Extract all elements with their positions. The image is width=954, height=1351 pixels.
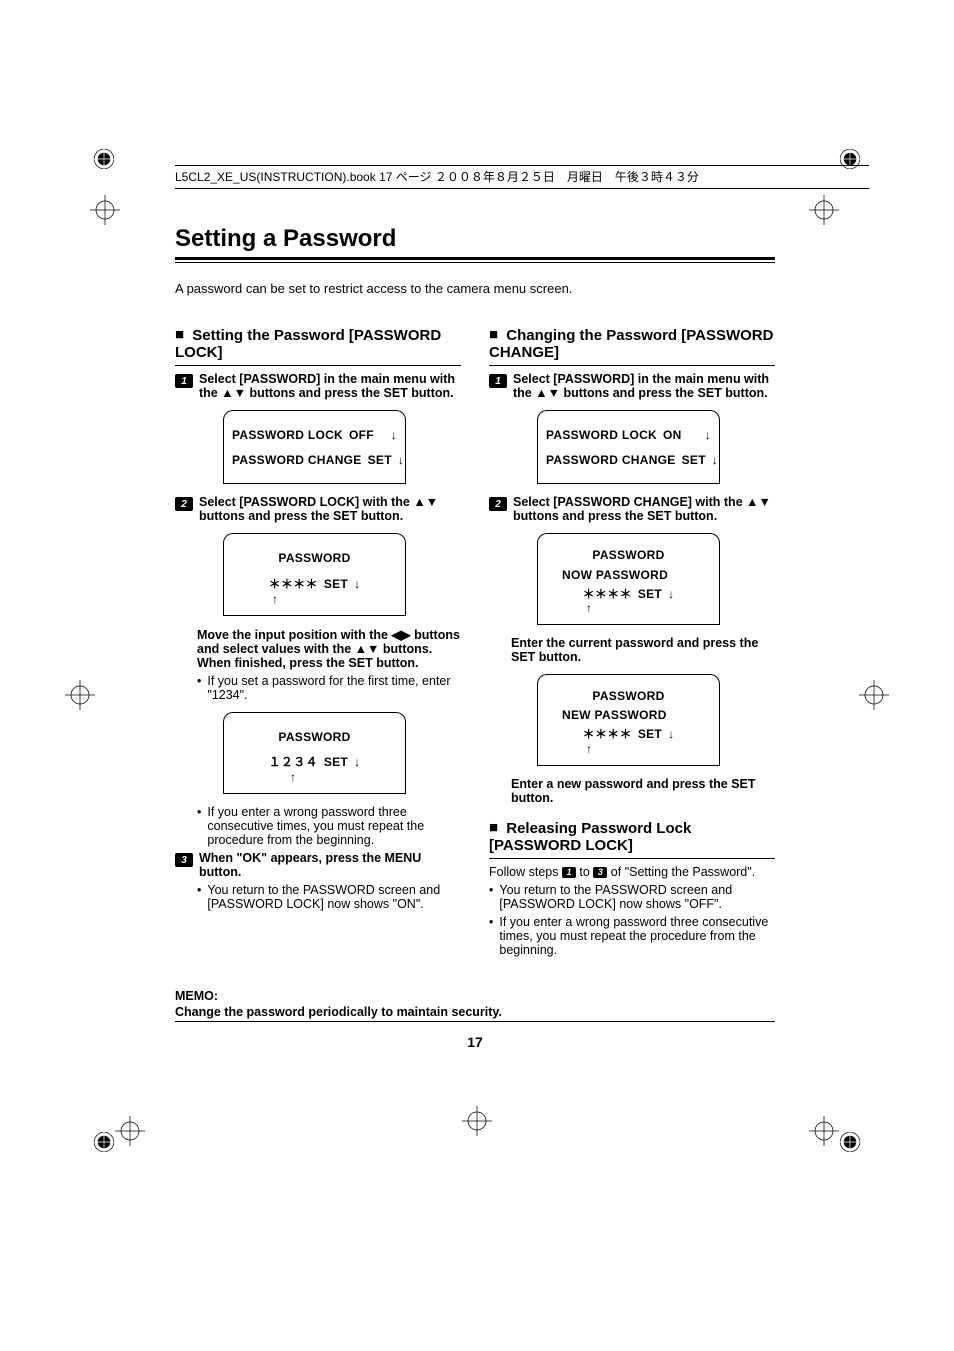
screen-new-password: PASSWORD NEW PASSWORD ＊＊＊＊ SET ↓ ↑ [537,674,720,765]
section-changing-password: ■ Changing the Password [PASSWORD CHANGE… [489,326,775,366]
memo-text: Change the password periodically to main… [175,1003,775,1022]
step-2: 2Select [PASSWORD LOCK] with the ▲▼ butt… [175,495,461,523]
page-title: Setting a Password [175,225,775,253]
cross-mark [90,195,120,225]
right-column: ■ Changing the Password [PASSWORD CHANGE… [489,326,775,961]
screen-password-menu-on: PASSWORD LOCK ON↓ PASSWORD CHANGE SET↓ [537,410,720,483]
instruction-move-input: Move the input position with the ◀▶ butt… [197,627,461,670]
reg-mark-br [836,1128,864,1156]
memo-title: MEMO: [175,989,775,1003]
intro-text: A password can be set to restrict access… [175,281,775,296]
left-column: ■ Setting the Password [PASSWORD LOCK] 1… [175,326,461,961]
follow-steps-text: Follow steps 1 to 3 of "Setting the Pass… [489,865,775,879]
instruction-enter-current: Enter the current password and press the… [511,636,775,664]
section-releasing-lock: ■ Releasing Password Lock [PASSWORD LOCK… [489,819,775,859]
cross-mark [809,195,839,225]
cross-mark [859,680,889,710]
step-r1: 1Select [PASSWORD] in the main menu with… [489,372,775,400]
screen-password-entry-masked: PASSWORD ＊＊＊＊ SET ↓ ↑ [223,533,406,614]
memo-block: MEMO: Change the password periodically t… [175,989,775,1022]
screen-now-password: PASSWORD NOW PASSWORD ＊＊＊＊ SET ↓ ↑ [537,533,720,624]
cross-mark [809,1116,839,1146]
section-setting-password: ■ Setting the Password [PASSWORD LOCK] [175,326,461,366]
bullet-return-on: You return to the PASSWORD screen and [P… [197,883,461,911]
title-rule [175,257,775,263]
instruction-enter-new: Enter a new password and press the SET b… [511,777,775,805]
step-1: 1Select [PASSWORD] in the main menu with… [175,372,461,400]
bullet-first-time: If you set a password for the first time… [197,674,461,702]
screen-password-menu-off: PASSWORD LOCK OFF↓ PASSWORD CHANGE SET↓ [223,410,406,483]
bullet-wrong-repeat: If you enter a wrong password three cons… [489,915,775,957]
cross-mark [65,680,95,710]
bullet-wrong-password: If you enter a wrong password three cons… [197,805,461,847]
screen-password-1234: PASSWORD １２３４ SET ↓ ↑ [223,712,406,793]
cross-mark [462,1106,492,1136]
page-number: 17 [175,1034,775,1050]
reg-mark-bl [90,1128,118,1156]
step-r2: 2Select [PASSWORD CHANGE] with the ▲▼ bu… [489,495,775,523]
page-content: Setting a Password A password can be set… [175,225,775,1050]
bullet-return-off: You return to the PASSWORD screen and [P… [489,883,775,911]
step-3: 3When "OK" appears, press the MENU butto… [175,851,461,879]
file-path-header: L5CL2_XE_US(INSTRUCTION).book 17 ページ ２００… [175,165,869,189]
cross-mark [115,1116,145,1146]
reg-mark-tl [90,145,118,173]
